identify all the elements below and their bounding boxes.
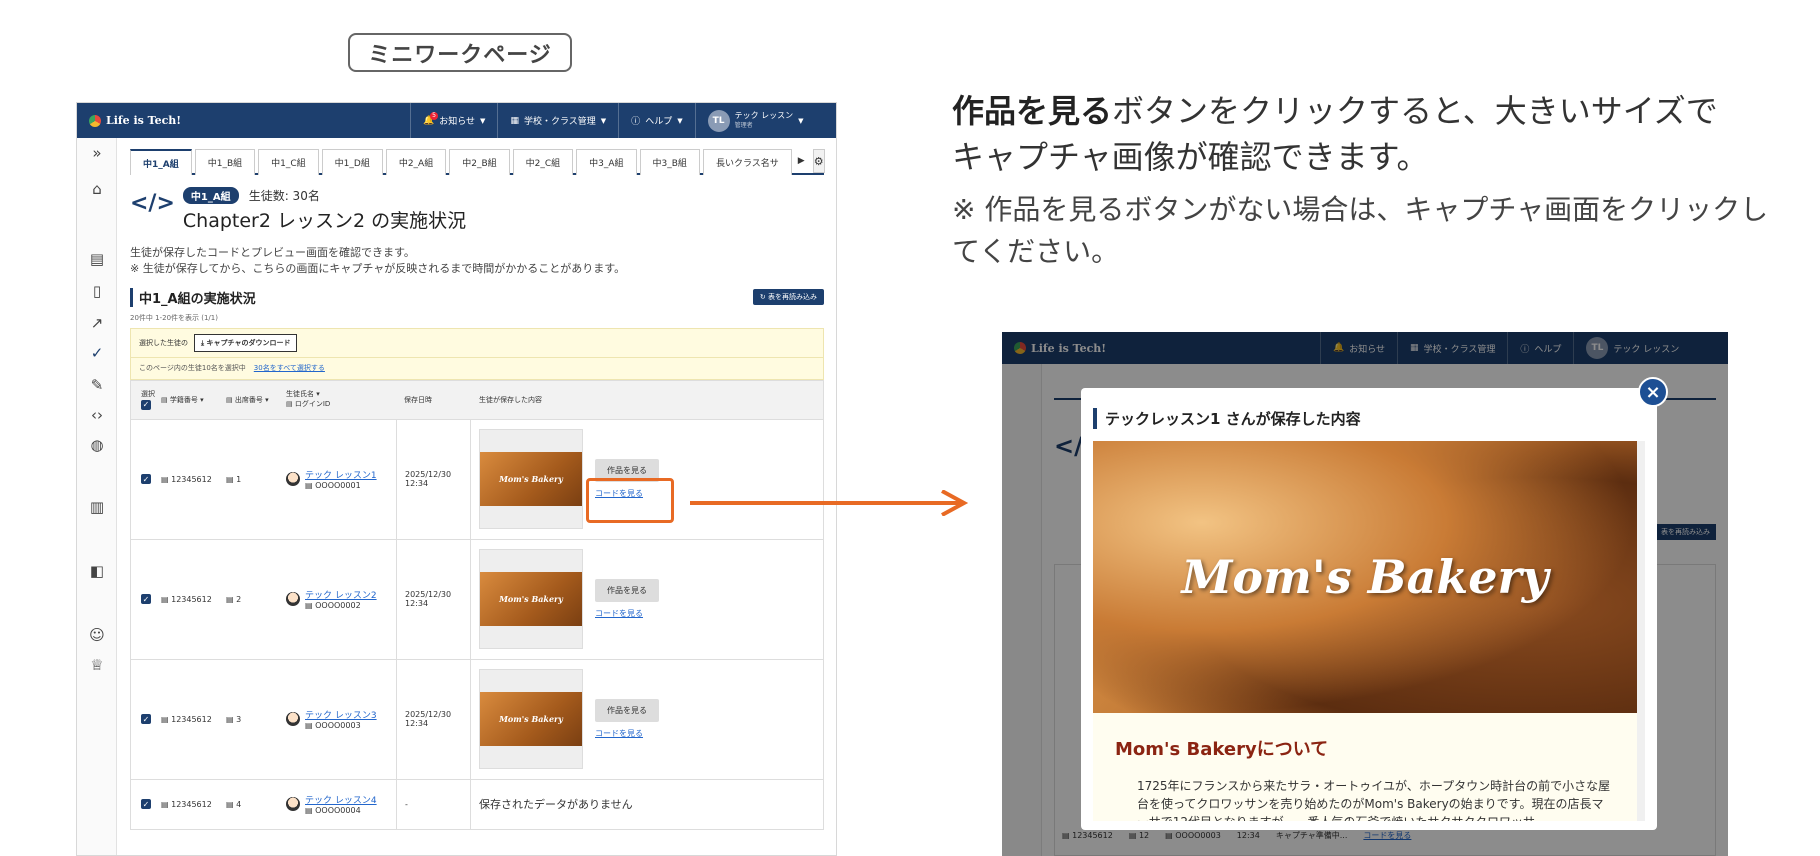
nav-school[interactable]: ▦ 学校・クラス管理 ▼: [497, 103, 618, 138]
caret-down-icon: ▼: [480, 116, 486, 125]
capture-thumbnail[interactable]: Mom's Bakery: [479, 669, 583, 770]
nav-help[interactable]: ⓘ ヘルプ ▼: [618, 103, 694, 138]
explain-note: ※ 作品を見るボタンがない場合は、キャプチャ画面をクリックしてください。: [952, 192, 1769, 268]
table-header: 選択 ✓ ▤ 学籍番号 ▾ ▤ 出席番号 ▾ 生徒氏名 ▾ ▤ ログインID 保存日…: [130, 379, 824, 420]
tab-class[interactable]: 中2_A組: [385, 149, 447, 175]
page-label: ミニワークページ: [348, 33, 572, 72]
tab-class[interactable]: 中3_A組: [576, 149, 637, 175]
description: 生徒が保存したコードとプレビュー画面を確認できます。 ※ 生徒が保存してから、こ…: [130, 246, 626, 275]
result-range: 20件中 1-20件を表示 (1/1): [130, 313, 218, 322]
capture-thumbnail[interactable]: Mom's Bakery: [479, 549, 583, 650]
home-icon[interactable]: ⌂: [77, 180, 117, 198]
bell-icon: 🔔 5: [423, 111, 438, 126]
student-name-link[interactable]: テック レッスン1: [305, 471, 377, 481]
help-icon: ⓘ: [631, 117, 641, 127]
building-icon: ▦: [510, 115, 519, 126]
sidebar: » ⌂ ▤ ▯ ↗ ✓ ✎ ‹› ◍ ▥ ◧ ☺ ♕: [77, 138, 117, 855]
table-row: ✓ ▤ 12345612 ▤ 4 テック レッスン4 ▤ OOOO0004 - 保…: [130, 779, 824, 830]
student-name-link[interactable]: テック レッスン2: [305, 591, 377, 601]
capture-thumbnail[interactable]: Mom's Bakery: [479, 429, 583, 530]
gear-icon[interactable]: ⚙: [812, 149, 825, 173]
student-avatar: [286, 592, 300, 607]
logo[interactable]: Life is Tech!: [77, 114, 410, 127]
book-icon[interactable]: ◧: [77, 562, 117, 580]
tab-class[interactable]: 中1_D組: [321, 149, 383, 175]
check-circle-icon[interactable]: ✓: [77, 344, 117, 362]
class-badge: 中1_A組: [182, 187, 239, 204]
student-avatar: [286, 472, 300, 487]
modal-body[interactable]: Mom's Bakery Mom's Bakeryについて 1725年にフランス…: [1093, 441, 1645, 821]
tab-class[interactable]: 中1_B組: [194, 149, 256, 175]
table-row: ✓ ▤ 12345612 ▤ 1 テック レッスン1 ▤ OOOO0001 202…: [130, 419, 824, 540]
trend-icon[interactable]: ↗: [77, 314, 117, 332]
close-icon[interactable]: ×: [1638, 377, 1668, 407]
selection-bar: 選択した生徒の ⤓ キャプチャのダウンロード: [130, 327, 824, 358]
caret-down-icon: ▼: [677, 116, 683, 125]
explain-bold: 作品を見る: [952, 92, 1113, 130]
no-data-text: 保存されたデータがありません: [479, 798, 633, 812]
section-title: 中1_A組の実施状況: [130, 287, 256, 307]
explanation: 作品を見るボタンをクリックすると、大きいサイズで キャプチャ画像が確認できます。 …: [952, 88, 1792, 273]
about-section: Mom's Bakeryについて 1725年にフランスから来たサラ・オートゥイユ…: [1093, 713, 1637, 821]
chart-icon[interactable]: ▥: [77, 498, 117, 516]
caret-down-icon: ▼: [600, 116, 607, 125]
view-code-link[interactable]: コードを見る: [595, 608, 659, 619]
select-all-link[interactable]: 30名をすべて選択する: [254, 363, 325, 373]
tab-class[interactable]: 中1_C組: [258, 149, 319, 175]
trophy-icon[interactable]: ♕: [77, 656, 117, 674]
view-work-button[interactable]: 作品を見る: [595, 579, 659, 603]
sort-seat-no[interactable]: ▤ 出席番号 ▾: [226, 395, 286, 405]
table-row: ✓ ▤ 12345612 ▤ 3 テック レッスン3 ▤ OOOO0003 202…: [130, 659, 824, 780]
page-title: Chapter2 レッスン2 の実施状況: [182, 210, 467, 232]
table-row: ✓ ▤ 12345612 ▤ 2 テック レッスン2 ▤ OOOO0002 202…: [130, 539, 824, 660]
student-count: 生徒数: 30名: [248, 189, 320, 203]
student-name-link[interactable]: テック レッスン4: [305, 796, 377, 806]
select-all-checkbox[interactable]: ✓: [141, 399, 151, 410]
expand-icon[interactable]: »: [77, 144, 117, 162]
sort-name[interactable]: 生徒氏名 ▾ ▤ ログインID: [286, 390, 396, 410]
avatar: TL: [707, 109, 730, 132]
selection-info: このページ内の生徒10名を選択中 30名をすべて選択する: [130, 357, 824, 380]
reload-table-button[interactable]: ↻ 表を再読み込み: [752, 289, 824, 306]
row-checkbox[interactable]: ✓: [141, 799, 151, 810]
view-code-link[interactable]: コードを見る: [595, 728, 659, 739]
nav-notice[interactable]: 🔔 5 お知らせ ▼: [410, 103, 497, 138]
view-button-highlight: [586, 478, 674, 523]
file-icon[interactable]: ▯: [77, 282, 117, 300]
tab-class[interactable]: 中2_B組: [449, 149, 510, 175]
student-avatar: [286, 712, 300, 727]
tab-class[interactable]: 中1_A組: [130, 149, 192, 175]
lesson-header: </> 中1_A組 生徒数: 30名 Chapter2 レッスン2 の実施状況: [130, 185, 824, 233]
student-name-link[interactable]: テック レッスン3: [305, 711, 377, 721]
capture-image: Mom's Bakery: [1093, 441, 1637, 713]
row-checkbox[interactable]: ✓: [141, 474, 151, 485]
screenshot-work-modal: Life is Tech! 🔔 お知らせ ▦ 学校・クラス管理 ⓘ ヘルプ TL テック…: [1002, 332, 1728, 856]
palette-icon[interactable]: ◍: [77, 436, 117, 454]
work-preview-modal: テックレッスン1 さんが保存した内容 Mom's Bakery Mom's Ba…: [1081, 388, 1657, 830]
scrollbar[interactable]: [1639, 443, 1644, 463]
smile-icon[interactable]: ☺: [77, 626, 117, 644]
view-work-button[interactable]: 作品を見る: [595, 699, 659, 723]
caret-down-icon: ▼: [798, 116, 804, 125]
class-tabs: 中1_A組 中1_B組 中1_C組 中1_D組 中2_A組 中2_B組 中2_C…: [130, 149, 825, 175]
code-icon[interactable]: ‹›: [77, 406, 117, 424]
screenshot-student-work-list: Life is Tech! 🔔 5 お知らせ ▼ ▦ 学校・クラス管理 ▼ ⓘ ヘルプ…: [76, 102, 837, 856]
nav-user[interactable]: TL テック レッスン 管理者 ▼: [694, 103, 816, 138]
tab-class[interactable]: 長いクラス名サ: [702, 149, 792, 175]
calendar-icon[interactable]: ▤: [77, 250, 117, 268]
modal-title: テックレッスン1 さんが保存した内容: [1093, 408, 1645, 429]
top-navbar: Life is Tech! 🔔 5 お知らせ ▼ ▦ 学校・クラス管理 ▼ ⓘ ヘルプ…: [77, 103, 836, 138]
pencil-icon[interactable]: ✎: [77, 376, 117, 394]
row-checkbox[interactable]: ✓: [141, 714, 151, 725]
callout-arrow: [690, 490, 969, 516]
tabs-scroll-right-icon[interactable]: ▶: [795, 149, 808, 173]
sort-student-no[interactable]: ▤ 学籍番号 ▾: [161, 395, 226, 405]
logo-icon: [89, 114, 101, 127]
row-checkbox[interactable]: ✓: [141, 594, 151, 605]
download-capture-button[interactable]: ⤓ キャプチャのダウンロード: [194, 333, 298, 352]
tab-class[interactable]: 中3_B組: [639, 149, 700, 175]
code-brackets-icon: </>: [130, 191, 175, 216]
student-avatar: [286, 797, 300, 812]
tab-class[interactable]: 中2_C組: [512, 149, 574, 175]
